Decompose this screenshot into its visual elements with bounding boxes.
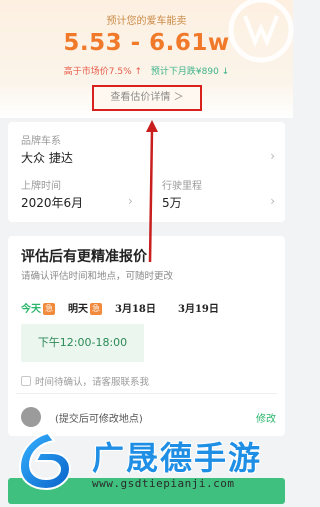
- valuation-card: 预计您的爱车能卖 5.53 - 6.61w 高于市场价7.5% ↑ 预计下月跌¥…: [0, 0, 294, 118]
- site-logo-icon: [18, 431, 72, 491]
- view-valuation-detail-button[interactable]: 查看估价详情 ＞: [92, 85, 202, 111]
- pending-time-label: 时间待确认，请客服联系我: [35, 377, 150, 388]
- predict-label: 预计您的爱车能卖: [106, 16, 187, 27]
- modify-location-link[interactable]: 修改: [256, 410, 276, 425]
- price-range: 5.53 - 6.61w: [63, 30, 230, 56]
- chevron-right-icon[interactable]: ›: [270, 194, 275, 208]
- day-tab-date-2[interactable]: 3月19日: [178, 300, 219, 315]
- price-trend-row: 高于市场价7.5% ↑ 预计下月跌¥890 ↓: [0, 64, 293, 77]
- chevron-right-icon[interactable]: ›: [270, 149, 275, 163]
- divider: [16, 393, 277, 394]
- mileage-value[interactable]: 5万: [162, 194, 182, 211]
- evaluation-card: 评估后有更精准报价 请确认评估时间和地点，可随时更改 今天急 明天急 3月18日…: [8, 236, 285, 436]
- location-text: (提交后可修改地点): [55, 414, 143, 425]
- day-tab-date-1[interactable]: 3月18日: [115, 300, 156, 315]
- reg-date-label: 上牌时间: [21, 181, 61, 192]
- evaluation-title: 评估后有更精准报价: [21, 249, 147, 265]
- car-info-card: 品牌车系 大众 捷达 › 上牌时间 2020年6月 › 行驶里程 5万 ›: [8, 122, 285, 222]
- watermark-name: 广晟德手游: [92, 439, 263, 477]
- chevron-right-icon[interactable]: ›: [128, 194, 133, 208]
- mileage-label: 行驶里程: [162, 181, 202, 192]
- reg-date-value[interactable]: 2020年6月: [21, 194, 83, 211]
- model-label: 品牌车系: [21, 136, 61, 147]
- next-month-trend: 预计下月跌¥890 ↓: [150, 67, 230, 77]
- pending-time-checkbox-row[interactable]: 时间待确认，请客服联系我: [21, 374, 149, 388]
- time-slot-afternoon[interactable]: 下午12:00-18:00: [21, 324, 144, 362]
- urgent-badge: 急: [90, 303, 102, 315]
- watermark-url: www.gsdtiepianji.com: [92, 477, 235, 490]
- checkbox[interactable]: [21, 376, 31, 386]
- day-tab-tomorrow[interactable]: 明天急: [68, 300, 102, 315]
- market-diff: 高于市场价7.5% ↑: [63, 67, 143, 77]
- location-row[interactable]: (提交后可修改地点) 修改: [21, 407, 276, 427]
- day-tab-today[interactable]: 今天急: [21, 300, 55, 315]
- location-icon: [21, 407, 41, 427]
- model-value[interactable]: 大众 捷达: [21, 149, 73, 166]
- day-label: 今天: [21, 304, 41, 315]
- urgent-badge: 急: [43, 303, 55, 315]
- evaluation-subtitle: 请确认评估时间和地点，可随时更改: [21, 271, 174, 282]
- day-label: 明天: [68, 304, 88, 315]
- site-watermark: 广晟德手游 www.gsdtiepianji.com: [14, 425, 293, 507]
